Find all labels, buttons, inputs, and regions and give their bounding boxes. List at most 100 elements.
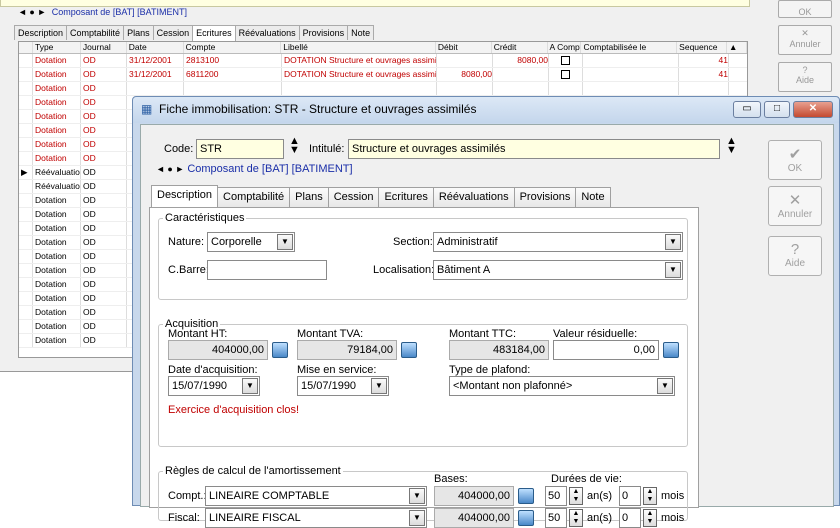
col-journal[interactable]: Journal — [81, 42, 127, 53]
fiscal-years-field[interactable]: 50 — [545, 508, 567, 528]
montant-tva-field[interactable]: 79184,00 — [297, 340, 397, 360]
row-indicator[interactable] — [19, 208, 33, 221]
tab-comptabilite[interactable]: Comptabilité — [217, 187, 291, 207]
col-compte[interactable]: Compte — [184, 42, 282, 53]
close-button[interactable]: ✕ — [793, 101, 833, 118]
nature-select[interactable]: Corporelle ▼ — [207, 232, 295, 252]
row-indicator[interactable] — [19, 264, 33, 277]
fiscal-months-spinner[interactable]: ▲ ▼ — [643, 509, 657, 527]
row-indicator[interactable] — [19, 68, 33, 81]
tab-reevaluations[interactable]: Réévaluations — [432, 187, 515, 207]
tab-description[interactable]: Description — [151, 185, 219, 207]
code-nav-arrows-icon[interactable]: ▲ ▼ — [289, 136, 300, 156]
row-indicator[interactable] — [19, 320, 33, 333]
maximize-button[interactable]: □ — [764, 101, 790, 118]
row-pointer-icon[interactable]: ▶ — [19, 166, 33, 179]
tab-provisions[interactable]: Provisions — [513, 187, 577, 207]
fiscal-months-field[interactable]: 0 — [619, 508, 641, 528]
cbarre-input[interactable] — [207, 260, 327, 280]
row-indicator[interactable] — [19, 152, 33, 165]
background-nav[interactable]: ◄ ● ► Composant de [BAT] [BATIMENT] — [18, 7, 187, 17]
col-debit[interactable]: Débit — [436, 42, 492, 53]
a-compt-checkbox[interactable] — [561, 70, 570, 79]
bg-tab-reevaluations[interactable]: Réévaluations — [234, 25, 300, 40]
code-field[interactable]: STR — [196, 139, 284, 159]
help-button[interactable]: ? Aide — [768, 236, 822, 276]
calculator-icon[interactable] — [401, 342, 417, 358]
col-credit[interactable]: Crédit — [492, 42, 548, 53]
compt-months-field[interactable]: 0 — [619, 486, 641, 506]
montant-ht-field[interactable]: 404000,00 — [168, 340, 268, 360]
compt-select[interactable]: LINEAIRE COMPTABLE ▼ — [205, 486, 427, 506]
compt-years-field[interactable]: 50 — [545, 486, 567, 506]
chevron-down-icon[interactable]: ▼ — [242, 378, 258, 394]
row-indicator[interactable] — [19, 236, 33, 249]
table-row[interactable]: Dotation OD 31/12/2001 2813100 DOTATION Stru… — [19, 54, 747, 68]
bg-help-button[interactable]: ? Aide — [778, 62, 832, 92]
chevron-down-icon[interactable]: ▼ — [277, 234, 293, 250]
chevron-down-icon[interactable]: ▼ — [665, 262, 681, 278]
dialog-nav-text[interactable]: Composant de [BAT] [BATIMENT] — [187, 163, 352, 175]
table-row[interactable]: Dotation OD — [19, 82, 747, 96]
tab-plans[interactable]: Plans — [289, 187, 329, 207]
bg-tab-description[interactable]: Description — [14, 25, 68, 40]
bg-tab-cession[interactable]: Cession — [152, 25, 194, 40]
row-indicator[interactable] — [19, 82, 33, 95]
nav-arrows-icon[interactable]: ◄ ● ► — [18, 7, 46, 17]
fiscal-select[interactable]: LINEAIRE FISCAL ▼ — [205, 508, 427, 528]
record-nav-icon[interactable]: ◄ ● ► — [156, 164, 184, 174]
row-indicator[interactable] — [19, 334, 33, 347]
mise-service-field[interactable]: 15/07/1990 ▼ — [297, 376, 389, 396]
ok-button[interactable]: ✔ OK — [768, 140, 822, 180]
background-nav-text[interactable]: Composant de [BAT] [BATIMENT] — [52, 7, 187, 17]
row-indicator[interactable] — [19, 278, 33, 291]
row-indicator[interactable] — [19, 110, 33, 123]
montant-ttc-field[interactable]: 483184,00 — [449, 340, 549, 360]
row-indicator[interactable] — [19, 306, 33, 319]
row-indicator[interactable] — [19, 96, 33, 109]
calculator-icon[interactable] — [518, 488, 534, 504]
calculator-icon[interactable] — [518, 510, 534, 526]
row-indicator[interactable] — [19, 138, 33, 151]
row-indicator[interactable] — [19, 292, 33, 305]
scroll-up-icon[interactable]: ▲ — [727, 42, 747, 53]
bg-tab-ecritures[interactable]: Ecritures — [192, 25, 236, 41]
bg-tab-comptabilite[interactable]: Comptabilité — [66, 25, 125, 40]
row-indicator[interactable] — [19, 250, 33, 263]
minimize-button[interactable]: ▭ — [733, 101, 761, 118]
cancel-button[interactable]: ✕ Annuler — [768, 186, 822, 226]
dialog-nav[interactable]: ◄ ● ► Composant de [BAT] [BATIMENT] — [156, 163, 353, 175]
chevron-down-icon[interactable]: ▼ — [657, 378, 673, 394]
intitule-nav-arrows-icon[interactable]: ▲ ▼ — [726, 136, 737, 156]
date-acquisition-field[interactable]: 15/07/1990 ▼ — [168, 376, 260, 396]
tab-ecritures[interactable]: Ecritures — [378, 187, 434, 207]
dialog-titlebar[interactable]: ▦ Fiche immobilisation: STR - Structure … — [133, 97, 839, 123]
tab-note[interactable]: Note — [575, 187, 611, 207]
row-indicator[interactable] — [19, 54, 33, 67]
col-sequence[interactable]: Sequence — [677, 42, 728, 53]
row-indicator[interactable] — [19, 222, 33, 235]
compt-months-spinner[interactable]: ▲ ▼ — [643, 487, 657, 505]
intitule-field[interactable]: Structure et ouvrages assimilés — [348, 139, 720, 159]
calculator-icon[interactable] — [663, 342, 679, 358]
localisation-select[interactable]: Bâtiment A ▼ — [433, 260, 683, 280]
bg-ok-button[interactable]: OK — [778, 0, 832, 18]
col-type[interactable]: Type — [33, 42, 81, 53]
section-select[interactable]: Administratif ▼ — [433, 232, 683, 252]
tab-cession[interactable]: Cession — [327, 187, 380, 207]
plafond-select[interactable]: <Montant non plafonné> ▼ — [449, 376, 675, 396]
row-indicator[interactable] — [19, 124, 33, 137]
row-indicator[interactable] — [19, 194, 33, 207]
chevron-down-icon[interactable]: ▼ — [409, 510, 425, 526]
compt-years-spinner[interactable]: ▲ ▼ — [569, 487, 583, 505]
row-indicator[interactable] — [19, 180, 33, 193]
calculator-icon[interactable] — [272, 342, 288, 358]
col-comptabilisee[interactable]: Comptabilisée le — [581, 42, 678, 53]
col-libelle[interactable]: Libellé — [281, 42, 436, 53]
compt-base-field[interactable]: 404000,00 — [434, 486, 514, 506]
fiscal-base-field[interactable]: 404000,00 — [434, 508, 514, 528]
col-date[interactable]: Date — [127, 42, 184, 53]
a-compt-checkbox[interactable] — [561, 56, 570, 65]
chevron-down-icon[interactable]: ▼ — [665, 234, 681, 250]
bg-tab-plans[interactable]: Plans — [123, 25, 154, 40]
